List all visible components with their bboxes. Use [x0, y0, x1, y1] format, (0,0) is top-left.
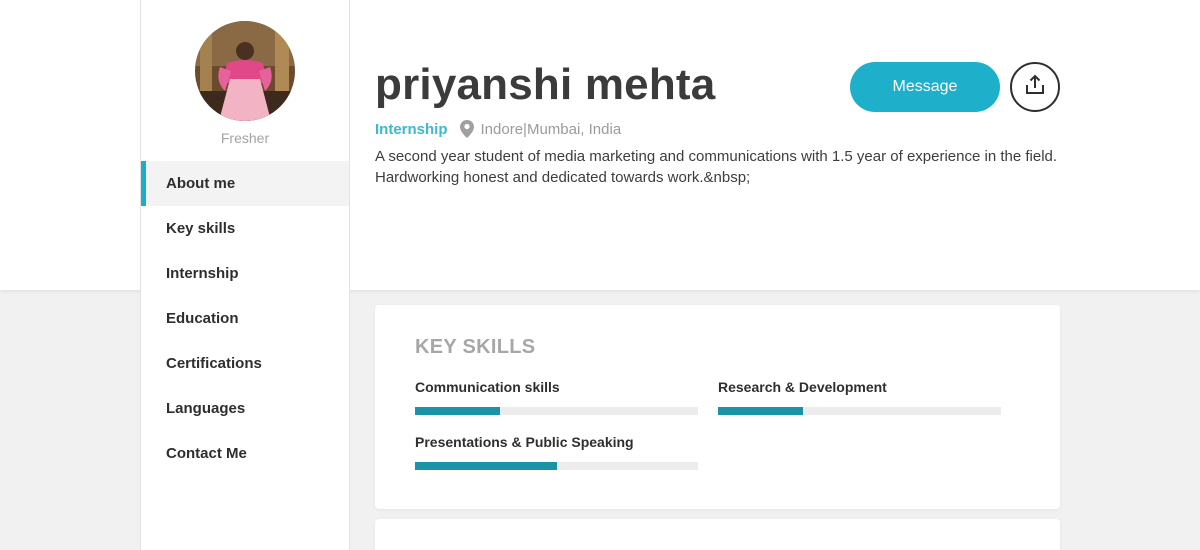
avatar — [195, 21, 295, 121]
skill-bar-fill — [718, 407, 803, 415]
share-upload-icon — [1024, 74, 1046, 101]
sidebar-item-languages[interactable]: Languages — [141, 386, 349, 431]
skill-name: Communication skills — [415, 379, 560, 395]
key-skills-title: KEY SKILLS — [415, 336, 536, 358]
sidebar-item-education[interactable]: Education — [141, 296, 349, 341]
sidebar-item-internship[interactable]: Internship — [141, 251, 349, 296]
skill-name: Research & Development — [718, 379, 887, 395]
skill-item: Communication skills — [415, 379, 698, 415]
map-pin-icon — [459, 120, 474, 138]
sidebar-item-certifications[interactable]: Certifications — [141, 341, 349, 386]
sidebar: Fresher About me Key skills Internship E… — [140, 0, 350, 550]
sidebar-item-key-skills[interactable]: Key skills — [141, 206, 349, 251]
profile-name: priyanshi mehta — [375, 60, 716, 109]
skill-bar-fill — [415, 407, 500, 415]
sidebar-item-contact-me[interactable]: Contact Me — [141, 431, 349, 476]
skill-item: Presentations & Public Speaking — [415, 434, 698, 470]
skill-item: Research & Development — [718, 379, 1001, 415]
key-skills-card: KEY SKILLS Communication skills Research… — [375, 305, 1060, 509]
profile-type: Internship — [375, 120, 448, 138]
next-section-card — [375, 519, 1060, 550]
skill-bar-fill — [415, 462, 557, 470]
profile-meta: Internship Indore|Mumbai, India — [375, 120, 621, 138]
skill-bar-track — [718, 407, 1001, 415]
status-label: Fresher — [220, 130, 270, 146]
skill-bar-track — [415, 462, 698, 470]
skill-name: Presentations & Public Speaking — [415, 434, 634, 450]
profile-location: Indore|Mumbai, India — [480, 120, 622, 138]
profile-about: A second year student of media marketing… — [375, 148, 1058, 186]
share-button[interactable] — [1010, 62, 1060, 112]
sidebar-item-about-me[interactable]: About me — [141, 161, 349, 206]
sidebar-nav: About me Key skills Internship Education… — [141, 161, 349, 476]
message-button[interactable]: Message — [850, 62, 1000, 112]
skill-bar-track — [415, 407, 698, 415]
